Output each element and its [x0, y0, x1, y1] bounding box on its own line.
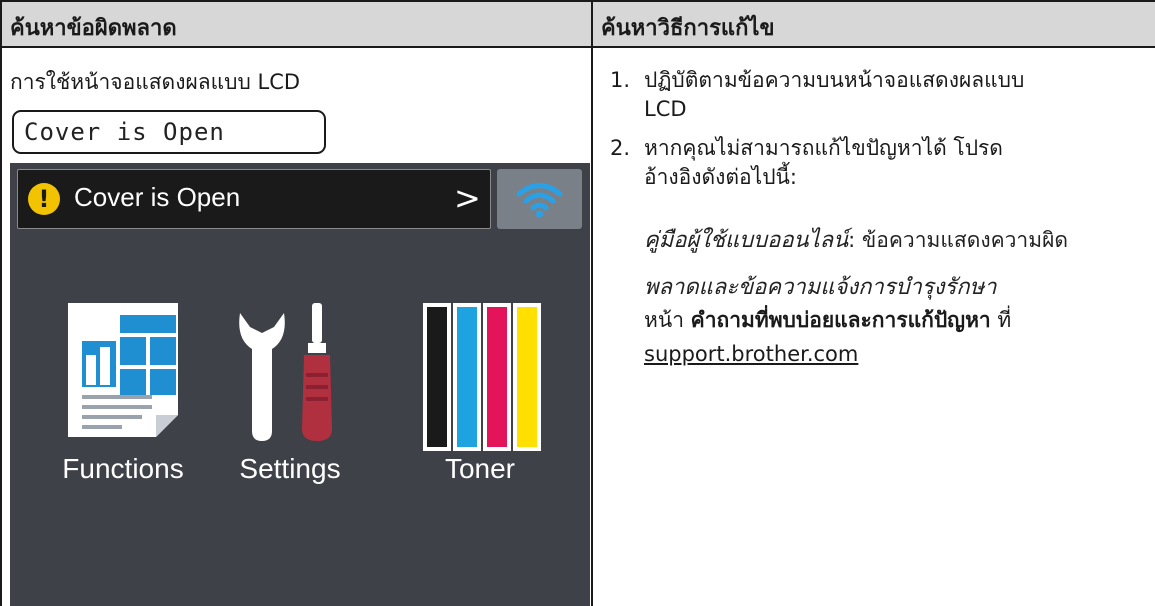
- status-message: Cover is Open: [74, 182, 241, 212]
- faq-suffix: ที่: [990, 308, 1012, 332]
- step-1-number: 1.: [610, 68, 631, 92]
- header-find-solution-label: ค้นหาวิธีการแก้ไข: [601, 16, 775, 41]
- touchscreen: ! Cover is Open > Functions Settings Ton…: [10, 163, 590, 606]
- step-2-number: 2.: [610, 136, 631, 160]
- lcd-usage-label: การใช้หน้าจอแสดงผลแบบ LCD: [10, 70, 301, 94]
- header-find-solution: ค้นหาวิธีการแก้ไข: [591, 0, 1155, 48]
- wrench-screwdriver-icon: [239, 303, 332, 441]
- wifi-button[interactable]: [497, 169, 582, 229]
- toner-bars-icon: [423, 303, 541, 451]
- faq-prefix: หน้า: [644, 308, 691, 332]
- reference-guide-line-2: พลาดและข้อความแจ้งการบำรุงรักษา: [644, 275, 997, 300]
- step-1-line-1: ปฏิบัติตามข้อความบนหน้าจอแสดงผลแบบ: [644, 68, 1025, 92]
- table-border-left: [0, 0, 2, 606]
- faq-page-title: คำถามที่พบบ่อยและการแก้ปัญหา: [690, 308, 991, 332]
- functions-label: Functions: [62, 453, 184, 484]
- support-link[interactable]: support.brother.com: [644, 340, 1144, 369]
- toner-tile[interactable]: [423, 303, 553, 457]
- step-1-line-2: LCD: [644, 97, 687, 121]
- online-user-guide-title: คู่มือผู้ใช้แบบออนไลน์: [644, 228, 849, 253]
- reference-guide-suffix: : ข้อความแสดงความผิด: [848, 228, 1069, 252]
- lcd-message-box: Cover is Open: [12, 110, 326, 154]
- step-2-text: หากคุณไม่สามารถแก้ไขปัญหาได้ โปรด อ้างอิ…: [644, 134, 1134, 192]
- status-bar[interactable]: ! Cover is Open >: [17, 169, 491, 229]
- toner-label: Toner: [444, 453, 516, 484]
- header-find-error-label: ค้นหาข้อผิดพลาด: [10, 16, 177, 41]
- faq-reference-line: หน้า คำถามที่พบบ่อยและการแก้ปัญหา ที่: [644, 306, 1144, 335]
- functions-document-icon: [68, 303, 178, 437]
- header-divider: [0, 46, 1155, 48]
- wifi-icon: [516, 183, 563, 218]
- warning-icon: !: [28, 183, 60, 215]
- settings-label: Settings: [239, 453, 341, 484]
- functions-tile[interactable]: [68, 303, 186, 441]
- lcd-message-text: Cover is Open: [24, 118, 225, 146]
- chevron-right-icon: >: [454, 179, 481, 217]
- settings-tile[interactable]: [234, 299, 344, 448]
- reference-guide-line-1: คู่มือผู้ใช้แบบออนไลน์: ข้อความแสดงความผ…: [644, 216, 1144, 265]
- header-find-error: ค้นหาข้อผิดพลาด: [0, 0, 591, 48]
- step-2-line-1: หากคุณไม่สามารถแก้ไขปัญหาได้ โปรด: [644, 136, 1003, 160]
- step-1-text: ปฏิบัติตามข้อความบนหน้าจอแสดงผลแบบ LCD: [644, 66, 1134, 124]
- column-divider: [591, 0, 593, 606]
- step-2-line-2: อ้างอิงดังต่อไปนี้:: [644, 165, 797, 189]
